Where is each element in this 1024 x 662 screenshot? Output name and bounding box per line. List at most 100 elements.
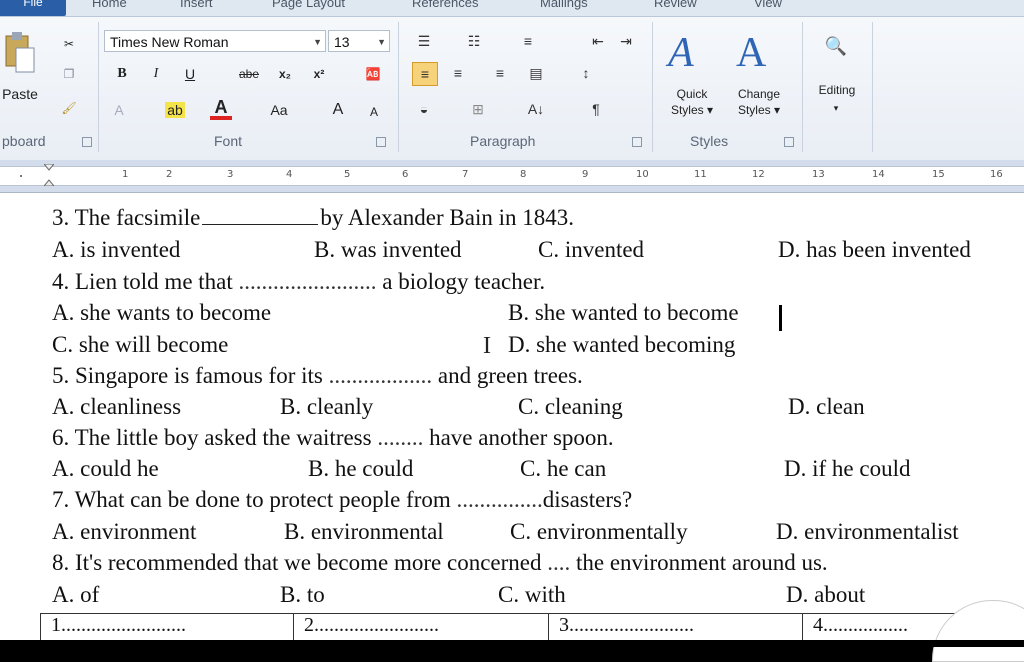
font-color-icon[interactable]: A	[210, 98, 232, 120]
align-right-icon[interactable]: ≡	[488, 62, 512, 84]
tab-mailings[interactable]: Mailings	[540, 0, 588, 10]
underline-button[interactable]: U	[180, 64, 200, 84]
tab-references[interactable]: References	[412, 0, 478, 10]
tab-insert[interactable]: Insert	[180, 0, 213, 10]
ruler-number: 1	[122, 169, 129, 180]
question-8: 8. It's recommended that we become more …	[52, 550, 828, 576]
paste-button[interactable]: Paste	[0, 84, 40, 104]
copy-icon[interactable]: ❐	[60, 64, 78, 84]
change-styles-button[interactable]: Change Styles ▾	[728, 86, 790, 118]
font-launcher-icon[interactable]	[376, 137, 386, 147]
increase-indent-icon[interactable]: ⇥	[614, 30, 638, 52]
option[interactable]: A. could he	[52, 456, 159, 482]
chevron-down-icon[interactable]: ▼	[313, 31, 322, 53]
option[interactable]: B. was invented	[314, 237, 462, 263]
option[interactable]: B. she wanted to become	[508, 300, 739, 326]
multilevel-list-icon[interactable]: ≡	[516, 30, 540, 52]
font-size-combo[interactable]: 13 ▼	[328, 30, 390, 52]
find-binoculars-icon[interactable]: 🔍	[816, 36, 856, 56]
line-spacing-icon[interactable]: ↕	[574, 62, 598, 84]
bold-button[interactable]: B	[112, 64, 132, 84]
tab-home[interactable]: Home	[92, 0, 127, 10]
italic-button[interactable]: I	[146, 64, 166, 84]
shading-icon[interactable]: ◒	[412, 98, 436, 120]
document-page[interactable]: 3. The facsimile by Alexander Bain in 184…	[0, 193, 1024, 641]
option[interactable]: D. environmentalist	[776, 519, 959, 545]
ruler-number: 11	[694, 169, 707, 180]
styles-launcher-icon[interactable]	[784, 137, 794, 147]
tab-page-layout[interactable]: Page Layout	[272, 0, 345, 10]
bullets-icon[interactable]: ☰	[412, 30, 436, 52]
sort-button[interactable]: A↓	[524, 98, 548, 120]
format-painter-icon[interactable]: 🖌	[60, 98, 78, 118]
paragraph-launcher-icon[interactable]	[632, 137, 642, 147]
option[interactable]: A. cleanliness	[52, 394, 181, 420]
option[interactable]: B. cleanly	[280, 394, 373, 420]
font-size-value: 13	[334, 34, 350, 50]
strikethrough-button[interactable]: abe	[234, 64, 264, 84]
answer-cell[interactable]: 2.........................	[293, 614, 548, 641]
option[interactable]: C. with	[498, 582, 566, 608]
cut-icon[interactable]: ✂	[60, 34, 78, 54]
change-case-button[interactable]: Aa	[264, 100, 294, 120]
ibeam-cursor-icon: I	[483, 333, 491, 359]
quick-styles-icon[interactable]: A	[668, 28, 714, 78]
option[interactable]: D. she wanted becoming	[508, 332, 735, 358]
clipboard-launcher-icon[interactable]	[82, 137, 92, 147]
option[interactable]: C. she will become	[52, 332, 228, 358]
justify-icon[interactable]: ▤	[524, 62, 548, 84]
answer-cell[interactable]: 3.........................	[548, 614, 802, 641]
horizontal-ruler[interactable]: 1 2 3 4 5 6 7 8 9 10 11 12 13 14 15 16	[0, 160, 1024, 193]
option[interactable]: A. is invented	[52, 237, 180, 263]
answer-blank	[202, 210, 319, 225]
ruler-number: 15	[932, 169, 945, 180]
align-left-icon[interactable]: ≡	[412, 62, 438, 86]
tab-file[interactable]: File	[0, 0, 66, 16]
option[interactable]: C. he can	[520, 456, 606, 482]
option[interactable]: D. clean	[788, 394, 865, 420]
align-center-icon[interactable]: ≡	[446, 62, 470, 84]
shrink-font-button[interactable]: A	[366, 102, 382, 122]
tab-view[interactable]: View	[754, 0, 782, 10]
tab-review[interactable]: Review	[654, 0, 697, 10]
numbering-icon[interactable]: ☷	[462, 30, 486, 52]
decrease-indent-icon[interactable]: ⇤	[586, 30, 610, 52]
option[interactable]: A. she wants to become	[52, 300, 271, 326]
answer-cell[interactable]: 1.........................	[40, 614, 293, 641]
highlight-color-icon[interactable]: ab	[160, 100, 190, 120]
option[interactable]: D. about	[786, 582, 865, 608]
option[interactable]: B. environmental	[284, 519, 444, 545]
text-effects-icon[interactable]: A	[108, 100, 130, 120]
quick-styles-label-2: Styles ▾	[670, 103, 714, 117]
paste-icon[interactable]	[2, 30, 36, 76]
ruler-number: 3	[227, 169, 234, 180]
chevron-down-icon[interactable]: ▾	[830, 98, 842, 118]
subscript-button[interactable]: x₂	[272, 64, 298, 84]
superscript-button[interactable]: x²	[306, 64, 332, 84]
clear-formatting-icon[interactable]: 🆎	[360, 64, 386, 84]
font-name-value: Times New Roman	[110, 34, 229, 50]
editing-button[interactable]: Editing	[806, 80, 868, 100]
question-6: 6. The little boy asked the waitress ...…	[52, 425, 614, 451]
chevron-down-icon[interactable]: ▼	[377, 31, 386, 53]
show-formatting-button[interactable]: ¶	[584, 98, 608, 120]
option[interactable]: A. of	[52, 582, 99, 608]
quick-styles-button[interactable]: Quick Styles ▾	[664, 86, 720, 118]
question-stem: 6. The little boy asked the waitress	[52, 425, 372, 450]
option[interactable]: C. cleaning	[518, 394, 623, 420]
option[interactable]: C. environmentally	[510, 519, 688, 545]
borders-icon[interactable]: ⊞	[466, 98, 490, 120]
ribbon: File Home Insert Page Layout References …	[0, 0, 1024, 161]
option[interactable]: D. if he could	[784, 456, 910, 482]
option[interactable]: A. environment	[52, 519, 196, 545]
change-styles-icon[interactable]: A	[736, 28, 782, 78]
question-5: 5. Singapore is famous for its .........…	[52, 363, 583, 389]
option[interactable]: B. to	[280, 582, 325, 608]
font-name-combo[interactable]: Times New Roman ▼	[104, 30, 326, 52]
grow-font-button[interactable]: A	[328, 100, 348, 120]
option[interactable]: C. invented	[538, 237, 644, 263]
option[interactable]: D. has been invented	[778, 237, 971, 263]
option[interactable]: B. he could	[308, 456, 413, 482]
ruler-number: 14	[872, 169, 885, 180]
indent-marker-icon[interactable]	[42, 163, 56, 187]
